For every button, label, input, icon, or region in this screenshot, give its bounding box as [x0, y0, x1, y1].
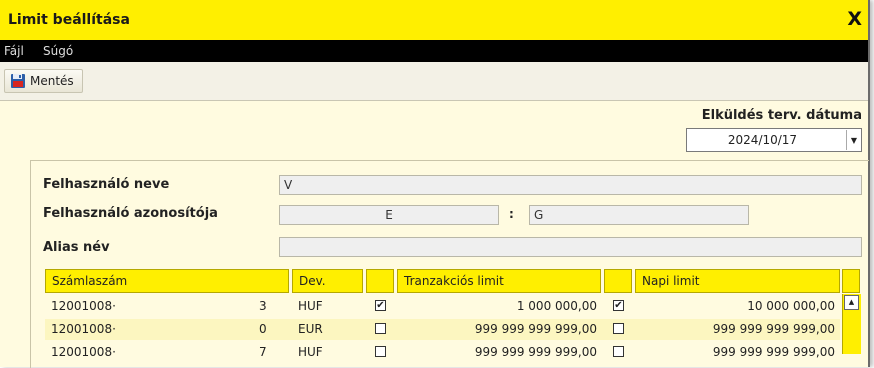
col-header-daily-limit[interactable]: Napi limit [635, 269, 840, 293]
save-button[interactable]: Mentés [4, 69, 83, 93]
userid-separator: : [509, 207, 514, 221]
tx-limit-cell[interactable]: 999 999 999 999,00 [401, 322, 597, 336]
tx-limit-cell[interactable]: 1 000 000,00 [401, 299, 597, 313]
col-header-currency[interactable]: Dev. [292, 269, 363, 293]
col-header-daily-check[interactable] [604, 269, 632, 293]
col-header-tx-limit[interactable]: Tranzakciós limit [397, 269, 601, 293]
scroll-up-icon[interactable]: ▲ [844, 295, 859, 310]
account-cell: 12001008· [51, 345, 116, 359]
col-header-scroll [842, 269, 860, 293]
menu-file[interactable]: Fájl [4, 44, 24, 58]
toolbar: Mentés [0, 62, 868, 101]
title-bar: Limit beállítása X [0, 0, 868, 40]
userid-label: Felhasználó azonosítója [43, 206, 218, 221]
username-label: Felhasználó neve [43, 177, 170, 192]
menu-help[interactable]: Súgó [43, 44, 73, 58]
daily-limit-checkbox[interactable] [613, 323, 624, 334]
daily-limit-cell[interactable]: 999 999 999 999,00 [639, 345, 835, 359]
close-icon[interactable]: X [847, 8, 862, 30]
daily-limit-cell[interactable]: 999 999 999 999,00 [639, 322, 835, 336]
menu-bar: Fájl Súgó [0, 40, 868, 62]
send-date-select[interactable]: 2024/10/17 ▼ [686, 128, 862, 152]
userid-field-1[interactable]: E [279, 205, 499, 225]
send-date-value: 2024/10/17 [727, 133, 798, 147]
daily-limit-cell[interactable]: 10 000 000,00 [639, 299, 835, 313]
currency-cell: HUF [298, 299, 323, 313]
userid-field-2[interactable]: G [529, 205, 749, 225]
tx-limit-checkbox[interactable] [375, 323, 386, 334]
tx-limit-checkbox[interactable] [375, 346, 386, 357]
daily-limit-checkbox[interactable] [613, 346, 624, 357]
send-date-label: Elküldés terv. dátuma [701, 108, 862, 123]
table-scrollbar[interactable]: ▲ [842, 294, 861, 354]
currency-cell: EUR [298, 322, 323, 336]
chevron-down-icon[interactable]: ▼ [846, 130, 861, 150]
table-row[interactable]: 12001008· 7 HUF 999 999 999 999,00 999 9… [45, 342, 840, 363]
daily-limit-checkbox[interactable]: ✔ [613, 300, 624, 311]
account-suffix-cell: 3 [259, 299, 267, 313]
tx-limit-cell[interactable]: 999 999 999 999,00 [401, 345, 597, 359]
floppy-disk-icon [10, 73, 26, 89]
account-cell: 12001008· [51, 322, 116, 336]
limit-settings-window: Limit beállítása X Fájl Súgó Mentés Elkü… [0, 0, 870, 368]
tx-limit-checkbox[interactable]: ✔ [375, 300, 386, 311]
currency-cell: HUF [298, 345, 323, 359]
table-row[interactable]: 12001008· 3 HUF ✔ 1 000 000,00 ✔ 10 000 … [45, 296, 840, 317]
col-header-tx-check[interactable] [366, 269, 394, 293]
col-header-account[interactable]: Számlaszám [45, 269, 289, 293]
alias-label: Alias név [43, 240, 110, 255]
window-title: Limit beállítása [8, 12, 130, 28]
account-cell: 12001008· [51, 299, 116, 313]
account-suffix-cell: 0 [259, 322, 267, 336]
username-field[interactable]: V [279, 175, 862, 195]
user-panel: Felhasználó neve V Felhasználó azonosító… [30, 160, 869, 368]
account-suffix-cell: 7 [259, 345, 267, 359]
save-button-label: Mentés [30, 74, 74, 88]
alias-field[interactable] [279, 237, 862, 257]
table-row[interactable]: 12001008· 0 EUR 999 999 999 999,00 999 9… [45, 319, 840, 340]
send-date-block: Elküldés terv. dátuma 2024/10/17 ▼ [686, 108, 862, 152]
